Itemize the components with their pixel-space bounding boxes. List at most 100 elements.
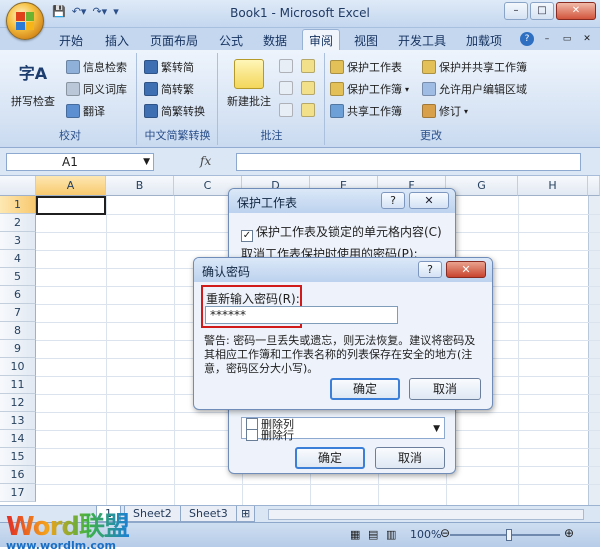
row-header-1[interactable]: 1 [0,196,36,214]
ribbon-minimize-icon[interactable]: – [540,32,554,46]
show-ink-icon [301,103,315,117]
comment-tool-5[interactable] [279,103,293,117]
ribbon-close-icon[interactable]: ✕ [580,32,594,46]
row-header-2[interactable]: 2 [0,214,36,232]
row-header-15[interactable]: 15 [0,448,36,466]
vertical-scrollbar[interactable] [588,196,600,505]
share-workbook-button[interactable]: 共享工作簿 [330,103,402,119]
permission-list[interactable]: 删除列 删除行 ▼ [241,417,445,442]
protect-checkbox-row[interactable]: ✓ 保护工作表及锁定的单元格内容(C) [241,223,442,242]
insert-function-icon[interactable]: fx [200,154,211,168]
row-header-17[interactable]: 17 [0,484,36,502]
vertical-scrollbar-top[interactable] [588,176,600,196]
confirm-ok-button[interactable]: 确定 [330,378,400,400]
maximize-icon[interactable]: □ [530,2,554,20]
protect-share-button[interactable]: 保护并共享工作簿 [422,59,527,75]
delete-row-label: 删除行 [261,429,294,442]
insert-sheet-icon[interactable]: ⊞ [236,506,256,522]
row-header-13[interactable]: 13 [0,412,36,430]
zoom-slider-thumb[interactable] [506,529,512,541]
row-header-8[interactable]: 8 [0,322,36,340]
tab-developer[interactable]: 开发工具 [398,32,446,49]
protect-dialog-close-icon[interactable]: ✕ [409,192,449,209]
tab-data[interactable]: 数据 [263,32,287,49]
active-cell-a1[interactable] [36,196,106,215]
delete-row-checkbox[interactable] [246,429,258,441]
tab-addins[interactable]: 加载项 [466,32,502,49]
track-changes-button[interactable]: 修订 ▾ [422,103,468,119]
column-header-a[interactable]: A [36,176,106,196]
row-header-4[interactable]: 4 [0,250,36,268]
tab-page-layout[interactable]: 页面布局 [150,32,198,49]
tab-insert[interactable]: 插入 [105,32,129,49]
comment-tool-1[interactable] [279,59,293,73]
allow-edit-button[interactable]: 允许用户编辑区域 [422,81,527,97]
to-simplified-button[interactable]: 繁转简 [144,59,194,75]
comment-tool-3[interactable] [279,81,293,95]
tab-formulas[interactable]: 公式 [219,32,243,49]
sheet-tab-sheet3[interactable]: Sheet3 [180,506,237,522]
zoom-level[interactable]: 100% [410,528,441,541]
row-header-16[interactable]: 16 [0,466,36,484]
grid-line [36,484,600,485]
row-header-14[interactable]: 14 [0,430,36,448]
page-break-view-icon[interactable]: ▥ [386,528,396,541]
to-traditional-button[interactable]: 简转繁 [144,81,194,97]
research-icon [66,60,80,74]
confirm-dialog-close-icon[interactable]: ✕ [446,261,486,278]
row-header-12[interactable]: 12 [0,394,36,412]
row-header-9[interactable]: 9 [0,340,36,358]
comment-tool-4[interactable] [301,81,315,95]
minimize-icon[interactable]: – [504,2,528,20]
next-comment-icon [279,103,293,117]
research-button[interactable]: 信息检索 [66,59,127,75]
ribbon-restore-icon[interactable]: ▭ [560,32,574,46]
row-header-3[interactable]: 3 [0,232,36,250]
protect-sheet-button[interactable]: 保护工作表 [330,59,402,75]
zoom-in-icon[interactable]: ⊕ [564,526,574,540]
tab-home[interactable]: 开始 [59,32,83,49]
column-header-b[interactable]: B [106,176,174,196]
column-header-h[interactable]: H [518,176,588,196]
ribbon: 字A 拼写检查 信息检索 同义词库 翻译 校对 繁转简 简转繁 简繁转换 中文简… [0,50,600,148]
confirm-dialog-help-icon[interactable]: ? [418,261,442,278]
zoom-slider-track[interactable] [450,534,560,536]
thesaurus-label: 同义词库 [83,83,127,96]
spell-check-button[interactable]: 字A 拼写检查 [6,59,60,109]
protect-ok-button[interactable]: 确定 [295,447,365,469]
list-item-delete-row[interactable]: 删除行 [246,427,294,443]
office-button[interactable] [6,2,44,40]
tab-view[interactable]: 视图 [354,32,378,49]
formula-input[interactable] [236,153,581,171]
row-header-7[interactable]: 7 [0,304,36,322]
reenter-password-input[interactable]: ****** [205,306,398,324]
row-header-5[interactable]: 5 [0,268,36,286]
help-icon[interactable]: ? [520,32,534,46]
list-scroll-down-icon[interactable]: ▼ [433,424,440,434]
row-header-10[interactable]: 10 [0,358,36,376]
protect-cancel-button[interactable]: 取消 [375,447,445,469]
zoom-out-icon[interactable]: ⊖ [440,526,450,540]
column-header-g[interactable]: G [446,176,518,196]
normal-view-icon[interactable]: ▦ [350,528,360,541]
name-box-dropdown-icon[interactable]: ▼ [143,154,150,170]
close-window-icon[interactable]: ✕ [556,2,596,20]
confirm-cancel-button[interactable]: 取消 [409,378,481,400]
horizontal-scrollbar[interactable] [268,509,584,520]
comment-tool-2[interactable] [301,59,315,73]
name-box[interactable]: A1 ▼ [6,153,154,171]
new-comment-button[interactable]: 新建批注 [223,59,275,109]
protect-dialog-help-icon[interactable]: ? [381,192,405,209]
sheet-tab-sheet2[interactable]: Sheet2 [124,506,181,522]
page-layout-view-icon[interactable]: ▤ [368,528,378,541]
tab-review[interactable]: 审阅 [302,29,341,51]
protect-workbook-button[interactable]: 保护工作簿 ▾ [330,81,409,97]
row-header-6[interactable]: 6 [0,286,36,304]
protect-checkbox[interactable]: ✓ [241,230,253,242]
translate-button[interactable]: 翻译 [66,103,105,119]
select-all-corner[interactable] [0,176,36,196]
chinese-convert-button[interactable]: 简繁转换 [144,103,205,119]
comment-tool-6[interactable] [301,103,315,117]
thesaurus-button[interactable]: 同义词库 [66,81,127,97]
row-header-11[interactable]: 11 [0,376,36,394]
